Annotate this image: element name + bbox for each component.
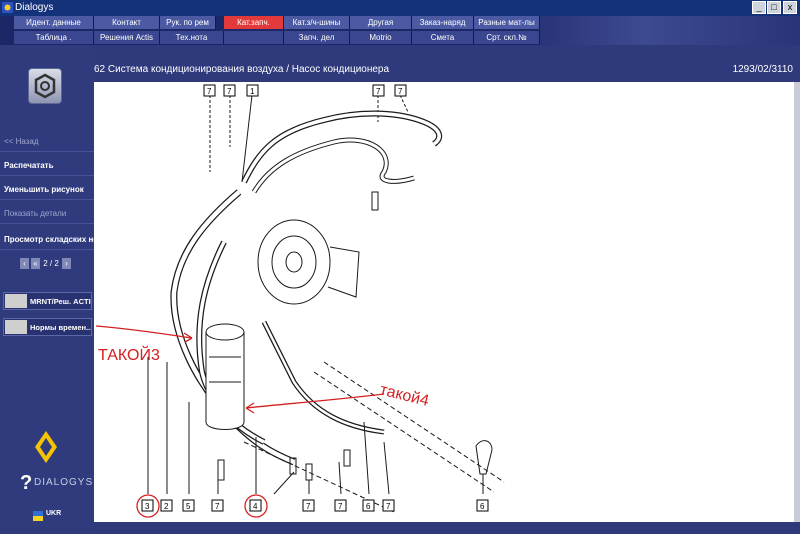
parts-diagram[interactable]: 7 7 1 7 7 3 2 5 7 4 7 7 6 7 6 ТАКОЙ3 так… bbox=[94, 82, 794, 522]
callout-bottom-6[interactable]: 7 bbox=[306, 502, 311, 511]
callout-top-1[interactable]: 7 bbox=[207, 87, 212, 96]
menu-tech-note[interactable]: Тех.нота bbox=[160, 31, 224, 44]
menu-parts-deal[interactable]: Запч. дел bbox=[284, 31, 350, 44]
main-menu: Идент. данные Контакт Рук. по рем Кат.за… bbox=[0, 16, 800, 45]
page-header: 62 Система кондиционирования воздуха / Н… bbox=[94, 59, 800, 81]
help-question-icon: ? bbox=[20, 472, 32, 494]
shortcut-labor-times[interactable]: Нормы времен... bbox=[3, 318, 92, 336]
sidebar: << Назад Распечатать Уменьшить рисунок П… bbox=[0, 46, 94, 534]
menu-actis-solutions[interactable]: Решения Actis bbox=[94, 31, 160, 44]
menu-ident-data[interactable]: Идент. данные bbox=[14, 16, 94, 29]
hex-nut-icon bbox=[34, 73, 56, 99]
menu-estimate[interactable]: Смета bbox=[412, 31, 474, 44]
window-title: Dialogys bbox=[15, 2, 54, 13]
parts-logo bbox=[28, 68, 62, 104]
zoom-out-button[interactable]: Уменьшить рисунок bbox=[0, 180, 94, 200]
pager-next-button[interactable]: › bbox=[62, 258, 71, 269]
back-link[interactable]: << Назад bbox=[0, 132, 94, 152]
menu-table[interactable]: Таблица . bbox=[14, 31, 94, 44]
callout-bottom-2[interactable]: 2 bbox=[164, 502, 169, 511]
menu-work-order[interactable]: Заказ-наряд bbox=[412, 16, 474, 29]
ukraine-flag-icon bbox=[33, 511, 43, 521]
labor-times-thumbnail bbox=[5, 320, 27, 334]
locale-label: UKR bbox=[46, 510, 62, 517]
menu-blank bbox=[224, 31, 284, 44]
minimize-button[interactable]: _ bbox=[752, 1, 766, 14]
print-button[interactable]: Распечатать bbox=[0, 156, 94, 176]
renault-logo-icon bbox=[35, 431, 57, 463]
page-code: 1293/02/3110 bbox=[732, 64, 793, 75]
pager-prev-button[interactable]: ‹ bbox=[20, 258, 29, 269]
dialogys-brand: DIALOGYS bbox=[34, 477, 94, 488]
callout-top-4[interactable]: 7 bbox=[376, 87, 381, 96]
callout-bottom-5[interactable]: 4 bbox=[253, 502, 258, 511]
menu-parts-catalog[interactable]: Кат.запч. bbox=[224, 16, 284, 29]
show-details-button[interactable]: Показать детали bbox=[0, 204, 94, 224]
vertical-scrollbar[interactable] bbox=[794, 82, 800, 522]
callout-bottom-4[interactable]: 7 bbox=[215, 502, 220, 511]
callout-bottom-3[interactable]: 5 bbox=[186, 502, 191, 511]
callout-bottom-1[interactable]: 3 bbox=[145, 502, 150, 511]
menu-stock-number[interactable]: Срт. скл.№ bbox=[474, 31, 540, 44]
page-title: 62 Система кондиционирования воздуха / Н… bbox=[94, 64, 390, 75]
pager-first-button[interactable]: « bbox=[31, 258, 40, 269]
callout-top-2[interactable]: 7 bbox=[227, 87, 232, 96]
menu-other[interactable]: Другая bbox=[350, 16, 412, 29]
window-titlebar: Dialogys _ □ x bbox=[0, 0, 800, 16]
ac-pump-diagram: 7 7 1 7 7 3 2 5 7 4 7 7 6 7 6 ТАКОЙ3 так… bbox=[95, 84, 505, 518]
callout-bottom-9[interactable]: 7 bbox=[386, 502, 391, 511]
shortcut-actis-label: MRNT/Реш. ACTIS bbox=[30, 297, 92, 306]
menu-misc-materials[interactable]: Разные мат-лы bbox=[474, 16, 540, 29]
app-icon bbox=[2, 2, 13, 13]
callout-bottom-7[interactable]: 7 bbox=[338, 502, 343, 511]
annotation-text-4: такой4 bbox=[378, 381, 431, 410]
callout-bottom-10[interactable]: 6 bbox=[480, 502, 485, 511]
svg-text:?: ? bbox=[20, 472, 32, 494]
shortcut-actis[interactable]: MRNT/Реш. ACTIS bbox=[3, 292, 92, 310]
menu-repair-manual[interactable]: Рук. по рем bbox=[160, 16, 216, 29]
callout-top-3[interactable]: 1 bbox=[250, 87, 255, 96]
stock-view-button[interactable]: Просмотр складских но... bbox=[0, 230, 94, 250]
menu-contact[interactable]: Контакт bbox=[94, 16, 160, 29]
annotation-text-3: ТАКОЙ3 bbox=[98, 345, 160, 364]
close-button[interactable]: x bbox=[783, 1, 797, 14]
menu-motrio[interactable]: Motrio bbox=[350, 31, 412, 44]
actis-thumbnail bbox=[5, 294, 27, 308]
menu-decoration bbox=[540, 16, 800, 45]
maximize-button[interactable]: □ bbox=[767, 1, 781, 14]
shortcut-labor-label: Нормы времен... bbox=[30, 323, 92, 332]
callout-top-5[interactable]: 7 bbox=[398, 87, 403, 96]
pager-label: 2 / 2 bbox=[43, 259, 59, 268]
menu-tire-catalog[interactable]: Кат.з/ч-шины bbox=[284, 16, 350, 29]
callout-bottom-8[interactable]: 6 bbox=[366, 502, 371, 511]
